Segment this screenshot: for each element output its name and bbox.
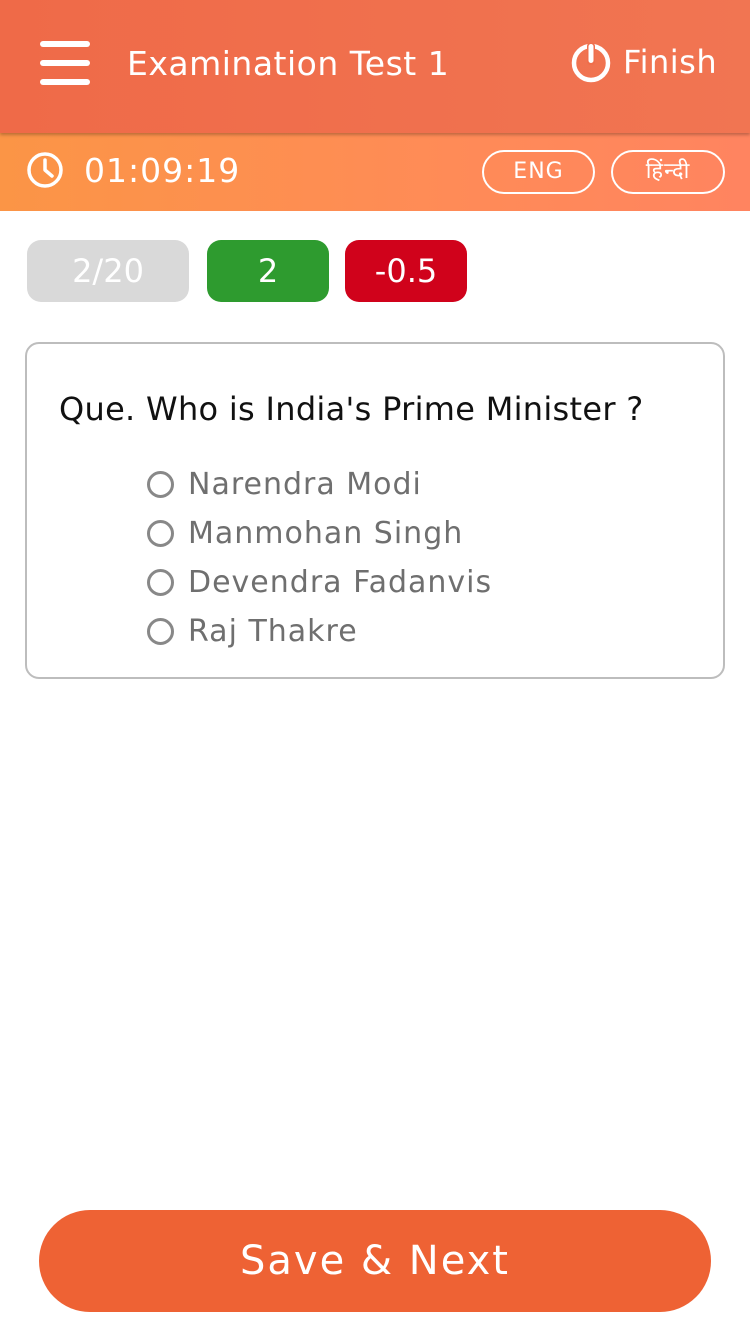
- page-title: Examination Test 1: [127, 44, 450, 83]
- app-header: Examination Test 1 Finish: [0, 0, 750, 133]
- option-label: Raj Thakre: [188, 613, 358, 649]
- answer-options: Narendra Modi Manmohan Singh Devendra Fa…: [147, 460, 707, 656]
- question-progress-badge: 2/20: [27, 240, 189, 302]
- radio-button[interactable]: [147, 569, 174, 596]
- radio-button[interactable]: [147, 471, 174, 498]
- menu-line: [40, 79, 90, 85]
- language-english-button[interactable]: ENG: [482, 150, 595, 194]
- save-next-button[interactable]: Save & Next: [39, 1210, 711, 1312]
- radio-button[interactable]: [147, 520, 174, 547]
- negative-marks-badge: -0.5: [345, 240, 467, 302]
- option-label: Manmohan Singh: [188, 515, 464, 551]
- finish-label: Finish: [623, 43, 718, 81]
- option-raj-thakre[interactable]: Raj Thakre: [147, 607, 707, 656]
- hamburger-menu-icon[interactable]: [40, 41, 90, 85]
- finish-button[interactable]: Finish: [570, 40, 717, 84]
- option-devendra-fadanvis[interactable]: Devendra Fadanvis: [147, 558, 707, 607]
- correct-marks-badge: 2: [207, 240, 329, 302]
- time-remaining: 01:09:19: [84, 151, 241, 190]
- power-icon: [571, 43, 611, 83]
- language-hindi-button[interactable]: हिंन्दी: [611, 150, 725, 194]
- menu-line: [40, 41, 90, 47]
- menu-line: [40, 60, 90, 66]
- question-card: Que. Who is India's Prime Minister ? Nar…: [25, 342, 725, 679]
- option-manmohan-singh[interactable]: Manmohan Singh: [147, 509, 707, 558]
- clock-icon: [26, 151, 64, 189]
- option-label: Devendra Fadanvis: [188, 564, 493, 600]
- radio-button[interactable]: [147, 618, 174, 645]
- option-label: Narendra Modi: [188, 466, 422, 502]
- question-text: Que. Who is India's Prime Minister ?: [59, 390, 644, 428]
- option-narendra-modi[interactable]: Narendra Modi: [147, 460, 707, 509]
- exam-screen: Examination Test 1 Finish 01:09:19 ENG ह…: [0, 0, 750, 1334]
